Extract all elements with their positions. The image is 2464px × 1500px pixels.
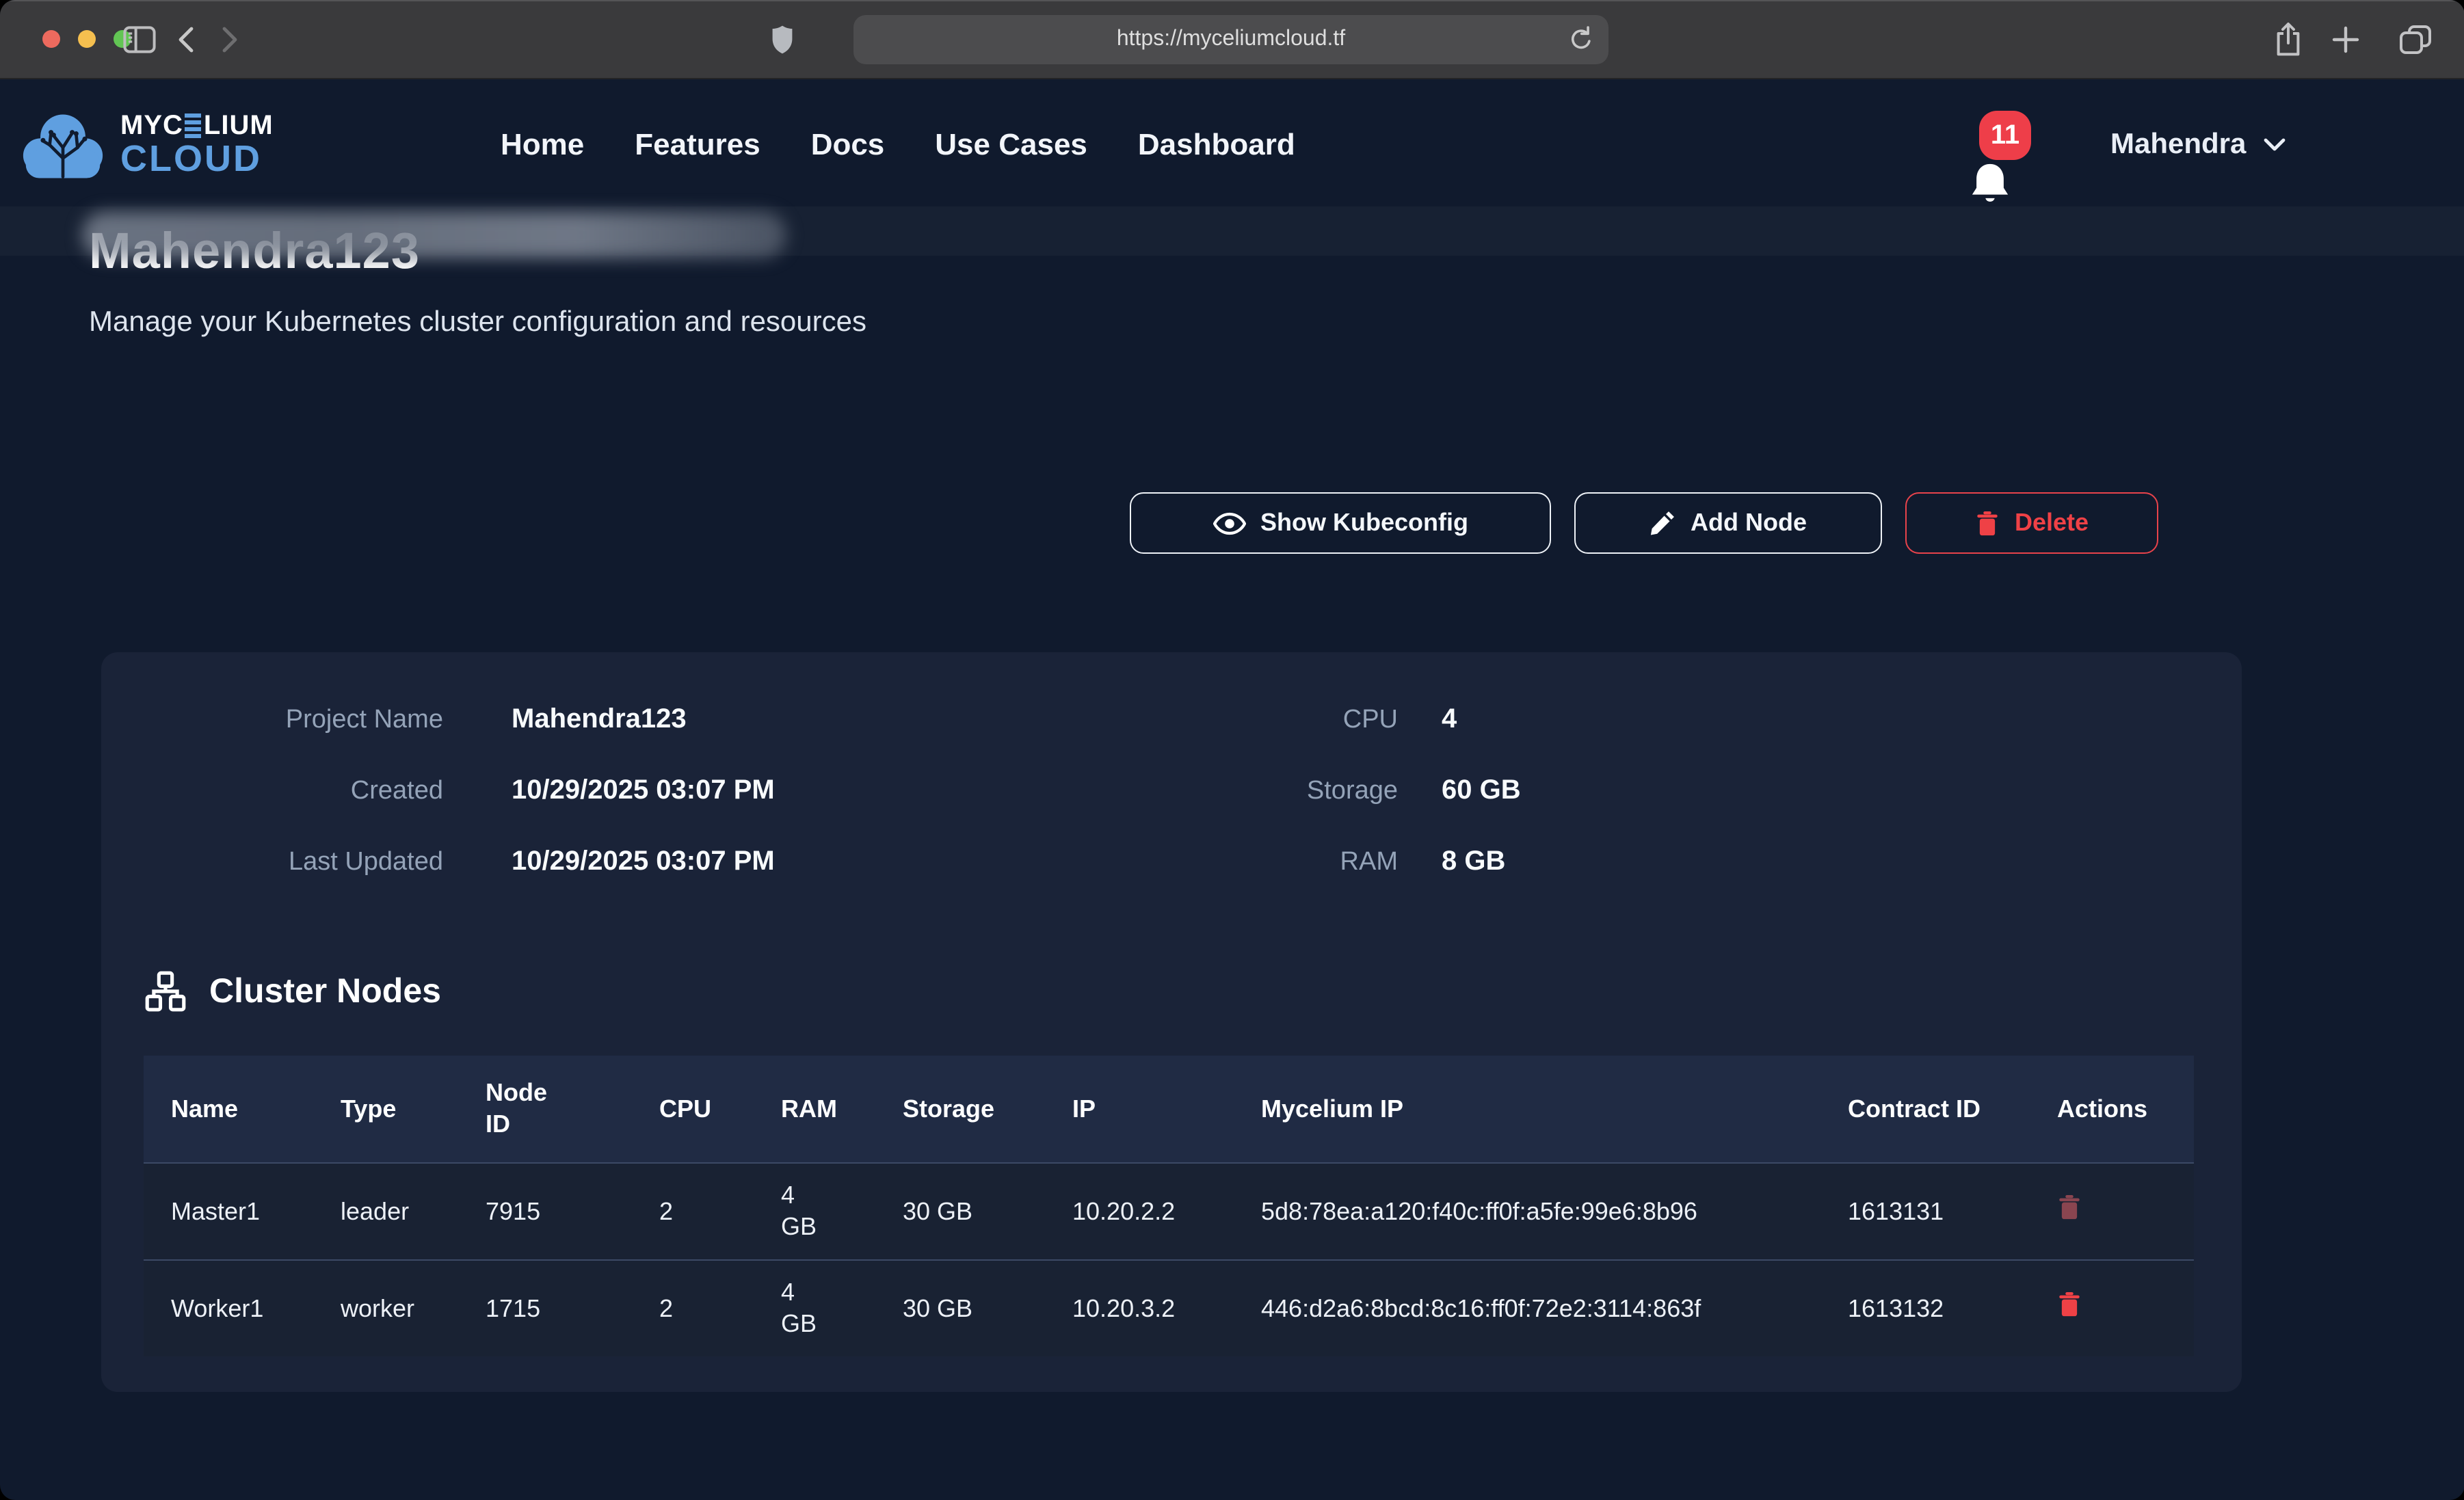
created-value: 10/29/2025 03:07 PM (512, 774, 1086, 808)
bell-icon (1968, 161, 2012, 208)
delete-cluster-button[interactable]: Delete (1905, 492, 2158, 554)
notification-count-badge: 11 (1979, 111, 2031, 160)
cpu-label: CPU (1193, 703, 1398, 737)
cluster-nodes-title: Cluster Nodes (209, 972, 441, 1011)
delete-node-icon[interactable] (2057, 1194, 2082, 1221)
col-ram: RAM (754, 1080, 875, 1138)
show-kubeconfig-label: Show Kubeconfig (1260, 509, 1468, 537)
storage-value: 60 GB (1442, 774, 1852, 808)
wordmark-prefix: MYC (120, 112, 183, 139)
node-ram: 4 GB (754, 1263, 875, 1354)
privacy-shield-icon[interactable] (770, 25, 793, 55)
node-id: 7915 (458, 1182, 632, 1241)
site-navbar: MYC LIUM CLOUD Home Features Docs Use Ca… (0, 79, 2464, 211)
url-text: https://myceliumcloud.tf (1117, 27, 1345, 52)
pencil-icon (1650, 510, 1675, 536)
wordmark-suffix: LIUM (204, 112, 274, 139)
wordmark-cloud: CLOUD (120, 141, 274, 178)
col-mycelium-ip: Mycelium IP (1234, 1080, 1820, 1138)
col-storage: Storage (875, 1080, 1045, 1138)
logo-e-bars-icon (185, 113, 202, 139)
share-icon[interactable] (2275, 21, 2302, 57)
col-type: Type (313, 1080, 458, 1138)
browser-chrome: https://myceliumcloud.tf (0, 0, 2464, 79)
node-mycelium-ip: 5d8:78ea:a120:f40c:ff0f:a5fe:99e6:8b96 (1234, 1182, 1820, 1241)
network-nodes-icon (145, 971, 186, 1012)
node-id: 1715 (458, 1279, 632, 1338)
cluster-info-card: Project Name Mahendra123 Created 10/29/2… (101, 652, 2242, 1392)
node-name: Worker1 (144, 1279, 313, 1338)
nav-link-use-cases[interactable]: Use Cases (935, 127, 1087, 163)
ram-value: 8 GB (1442, 845, 1852, 879)
add-node-button[interactable]: Add Node (1574, 492, 1882, 554)
node-name: Master1 (144, 1182, 313, 1241)
node-cpu: 2 (632, 1182, 754, 1241)
col-node-id: Node ID (458, 1064, 632, 1154)
node-type: worker (313, 1279, 458, 1338)
user-menu[interactable]: Mahendra (2110, 79, 2286, 211)
add-node-label: Add Node (1691, 509, 1807, 537)
project-name-label: Project Name (238, 703, 443, 737)
brand-logo[interactable]: MYC LIUM CLOUD (21, 79, 274, 211)
nav-link-dashboard[interactable]: Dashboard (1138, 127, 1295, 163)
node-ram: 4 GB (754, 1166, 875, 1257)
col-ip: IP (1045, 1080, 1234, 1138)
nav-link-docs[interactable]: Docs (811, 127, 885, 163)
node-mycelium-ip: 446:d2a6:8bcd:8c16:ff0f:72e2:3114:863f (1234, 1279, 1820, 1338)
col-actions: Actions (2030, 1080, 2194, 1138)
last-updated-label: Last Updated (238, 845, 443, 879)
table-row: Master1 leader 7915 2 4 GB 30 GB 10.20.2… (144, 1162, 2194, 1259)
cluster-nodes-heading: Cluster Nodes (145, 971, 441, 1012)
chevron-down-icon (2264, 138, 2286, 152)
browser-window: https://myceliumcloud.tf (0, 0, 2464, 1500)
nav-link-home[interactable]: Home (501, 127, 584, 163)
ram-label: RAM (1193, 845, 1398, 879)
forward-icon[interactable] (220, 25, 239, 55)
created-label: Created (238, 774, 443, 808)
storage-label: Storage (1193, 774, 1398, 808)
cluster-info-right: CPU 4 Storage 60 GB RAM 8 GB (1193, 703, 1852, 879)
col-cpu: CPU (632, 1080, 754, 1138)
delete-node-icon[interactable] (2057, 1291, 2082, 1318)
project-name-value: Mahendra123 (512, 703, 1086, 737)
node-contract-id: 1613132 (1820, 1279, 2030, 1338)
cluster-nodes-table: Name Type Node ID CPU RAM Storage IP Myc… (144, 1056, 2194, 1356)
trash-icon (1975, 509, 2000, 537)
last-updated-value: 10/29/2025 03:07 PM (512, 845, 1086, 879)
back-icon[interactable] (176, 25, 196, 55)
node-type: leader (313, 1182, 458, 1241)
page-subtitle: Manage your Kubernetes cluster configura… (89, 306, 866, 339)
show-kubeconfig-button[interactable]: Show Kubeconfig (1130, 492, 1551, 554)
sidebar-toggle-icon[interactable] (123, 25, 156, 55)
notifications-button[interactable]: 11 (1964, 107, 2041, 211)
cpu-value: 4 (1442, 703, 1852, 737)
mycelium-cloud-logo-icon (21, 108, 105, 182)
window-controls (42, 30, 131, 48)
cluster-info-left: Project Name Mahendra123 Created 10/29/2… (238, 703, 1086, 879)
nav-link-features[interactable]: Features (635, 127, 760, 163)
brand-wordmark: MYC LIUM CLOUD (120, 112, 274, 178)
eye-icon (1213, 511, 1245, 535)
table-header-row: Name Type Node ID CPU RAM Storage IP Myc… (144, 1056, 2194, 1162)
node-storage: 30 GB (875, 1182, 1045, 1241)
nav-links: Home Features Docs Use Cases Dashboard (501, 79, 1295, 211)
reload-icon[interactable] (1569, 26, 1593, 53)
user-name: Mahendra (2110, 129, 2246, 161)
delete-label: Delete (2015, 509, 2089, 537)
node-storage: 30 GB (875, 1279, 1045, 1338)
node-ip: 10.20.3.2 (1045, 1279, 1234, 1338)
node-ip: 10.20.2.2 (1045, 1182, 1234, 1241)
navbar-blur-artifact (82, 212, 786, 258)
tab-overview-icon[interactable] (2399, 25, 2432, 55)
col-name: Name (144, 1080, 313, 1138)
col-contract-id: Contract ID (1820, 1080, 2030, 1138)
node-cpu: 2 (632, 1279, 754, 1338)
node-contract-id: 1613131 (1820, 1182, 2030, 1241)
table-row: Worker1 worker 1715 2 4 GB 30 GB 10.20.3… (144, 1259, 2194, 1356)
minimize-window-button[interactable] (78, 30, 96, 48)
close-window-button[interactable] (42, 30, 60, 48)
address-bar[interactable]: https://myceliumcloud.tf (853, 15, 1608, 64)
new-tab-icon[interactable] (2332, 26, 2359, 53)
